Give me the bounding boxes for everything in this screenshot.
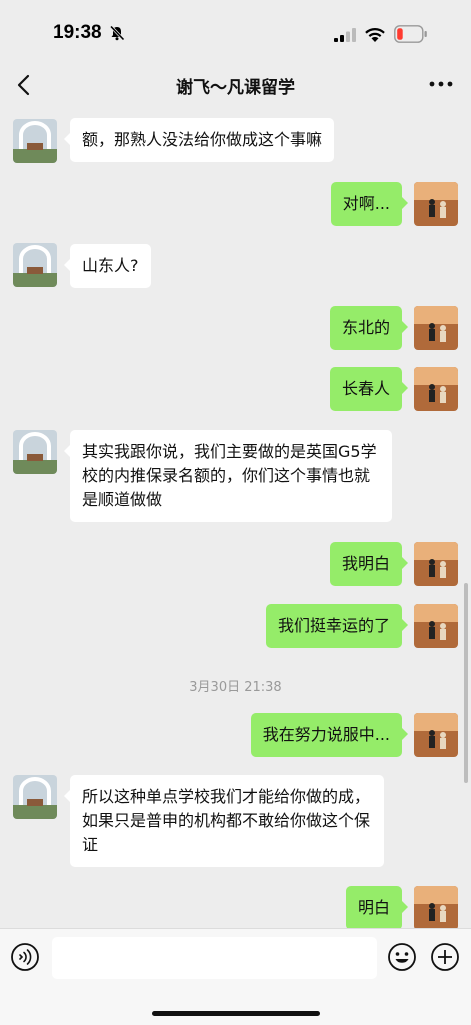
- outgoing-message[interactable]: 长春人: [329, 367, 409, 411]
- outgoing-message[interactable]: 我们挺幸运的了: [265, 604, 409, 648]
- outgoing-message[interactable]: 明白: [345, 886, 409, 928]
- voice-icon[interactable]: [10, 942, 40, 972]
- user-avatar[interactable]: [414, 604, 458, 648]
- incoming-message[interactable]: 其实我跟你说，我们主要做的是英国G5学校的内推保录名额的，你们这个事情也就是顺道…: [64, 430, 392, 522]
- chat-header: 谢飞～凡课留学: [0, 62, 471, 108]
- user-avatar[interactable]: [414, 182, 458, 226]
- more-dots-icon[interactable]: [428, 74, 454, 94]
- user-avatar[interactable]: [414, 713, 458, 757]
- outgoing-message[interactable]: 对啊...: [330, 182, 409, 226]
- user-avatar[interactable]: [414, 306, 458, 350]
- user-avatar[interactable]: [414, 367, 458, 411]
- input-bar: [0, 928, 471, 1025]
- outgoing-message[interactable]: 我在努力说服中...: [250, 713, 409, 757]
- home-indicator[interactable]: [152, 1011, 320, 1016]
- incoming-message[interactable]: 山东人?: [64, 244, 151, 288]
- outgoing-message[interactable]: 我明白: [329, 542, 409, 586]
- chat-title: 谢飞～凡课留学: [176, 78, 295, 98]
- scrollbar[interactable]: [464, 583, 468, 783]
- mute-bell-icon: [109, 25, 125, 41]
- contact-avatar[interactable]: [13, 243, 57, 287]
- wifi-icon: [365, 27, 385, 42]
- incoming-message[interactable]: 额，那熟人没法给你做成这个事嘛: [63, 118, 335, 162]
- contact-avatar[interactable]: [13, 430, 57, 474]
- status-time: 19:38: [53, 22, 102, 43]
- chat-timestamp: 3月30日 21:38: [189, 680, 282, 695]
- message-list[interactable]: 额，那熟人没法给你做成这个事嘛 对啊... 山东人? 东北的 长春人 其实我跟你…: [0, 108, 471, 928]
- contact-avatar[interactable]: [13, 775, 57, 819]
- incoming-message[interactable]: 所以这种单点学校我们才能给你做的成，如果只是普申的机构都不敢给你做这个保证: [64, 775, 384, 867]
- user-avatar[interactable]: [414, 886, 458, 928]
- contact-avatar[interactable]: [13, 119, 57, 163]
- message-input[interactable]: [52, 937, 377, 979]
- plus-icon[interactable]: [430, 942, 460, 972]
- cellular-signal-icon: [334, 28, 356, 42]
- emoji-icon[interactable]: [387, 942, 417, 972]
- outgoing-message[interactable]: 东北的: [329, 306, 409, 350]
- user-avatar[interactable]: [414, 542, 458, 586]
- status-bar: 19:38: [0, 0, 471, 62]
- battery-low-icon: [394, 25, 427, 43]
